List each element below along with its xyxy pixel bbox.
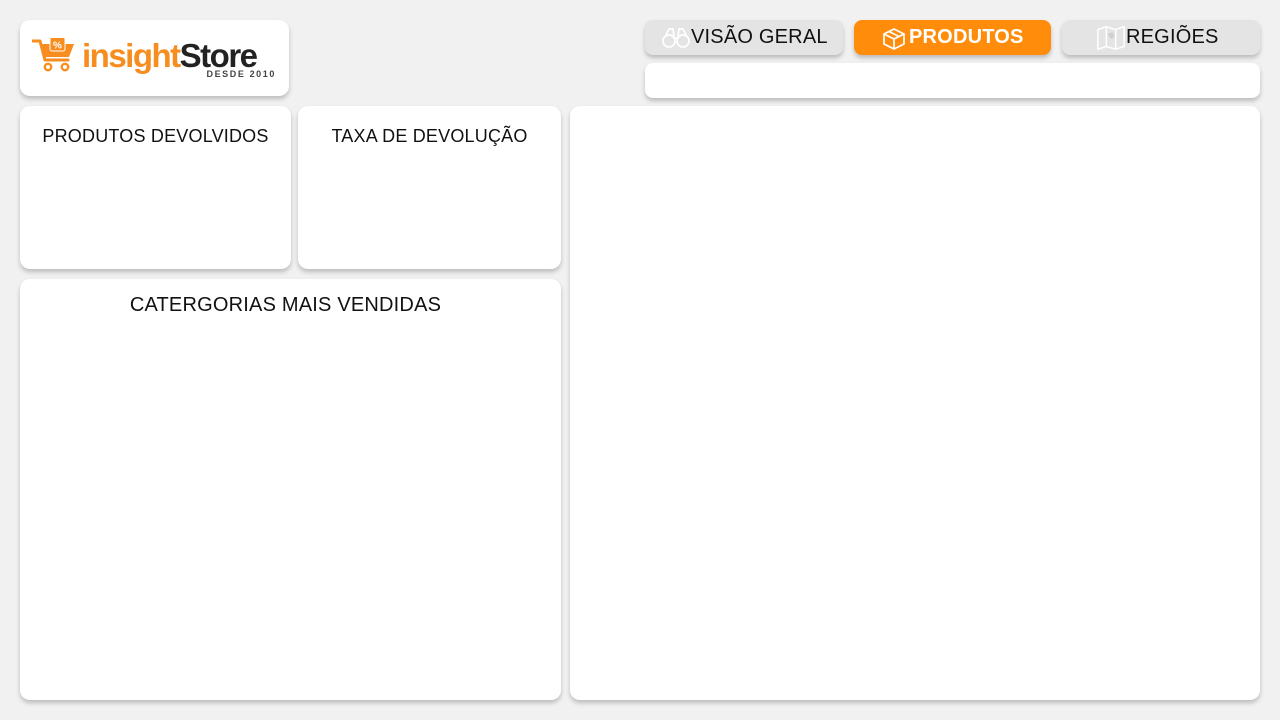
logo-card: % insightStore DESDE 2010 bbox=[20, 20, 289, 96]
map-icon bbox=[1096, 25, 1126, 51]
tab-visao-geral-label: VISÃO GERAL bbox=[691, 26, 828, 48]
return-rate-card: TAXA DE DEVOLUÇÃO bbox=[298, 106, 561, 269]
binoculars-icon bbox=[661, 25, 691, 51]
tab-produtos-label: PRODUTOS bbox=[909, 26, 1024, 48]
tab-regioes[interactable]: REGIÕES bbox=[1062, 20, 1260, 55]
tab-produtos[interactable]: PRODUTOS bbox=[854, 20, 1051, 55]
main-visual-panel bbox=[570, 106, 1260, 700]
top-categories-title: CATERGORIAS MAIS VENDIDAS bbox=[129, 294, 442, 316]
tab-visao-geral[interactable]: VISÃO GERAL bbox=[645, 20, 843, 55]
top-categories-card: CATERGORIAS MAIS VENDIDAS bbox=[20, 279, 561, 700]
brand-since: DESDE 2010 bbox=[206, 69, 276, 79]
returned-products-title: PRODUTOS DEVOLVIDOS bbox=[42, 126, 269, 146]
shopping-cart-icon: % bbox=[32, 38, 74, 72]
returned-products-card: PRODUTOS DEVOLVIDOS bbox=[20, 106, 291, 269]
svg-text:%: % bbox=[53, 41, 62, 52]
box-icon bbox=[879, 25, 909, 51]
brand-logo: % insightStore DESDE 2010 bbox=[32, 36, 278, 82]
filter-bar[interactable] bbox=[645, 63, 1260, 98]
return-rate-title: TAXA DE DEVOLUÇÃO bbox=[331, 126, 528, 146]
tab-regioes-label: REGIÕES bbox=[1126, 26, 1219, 48]
